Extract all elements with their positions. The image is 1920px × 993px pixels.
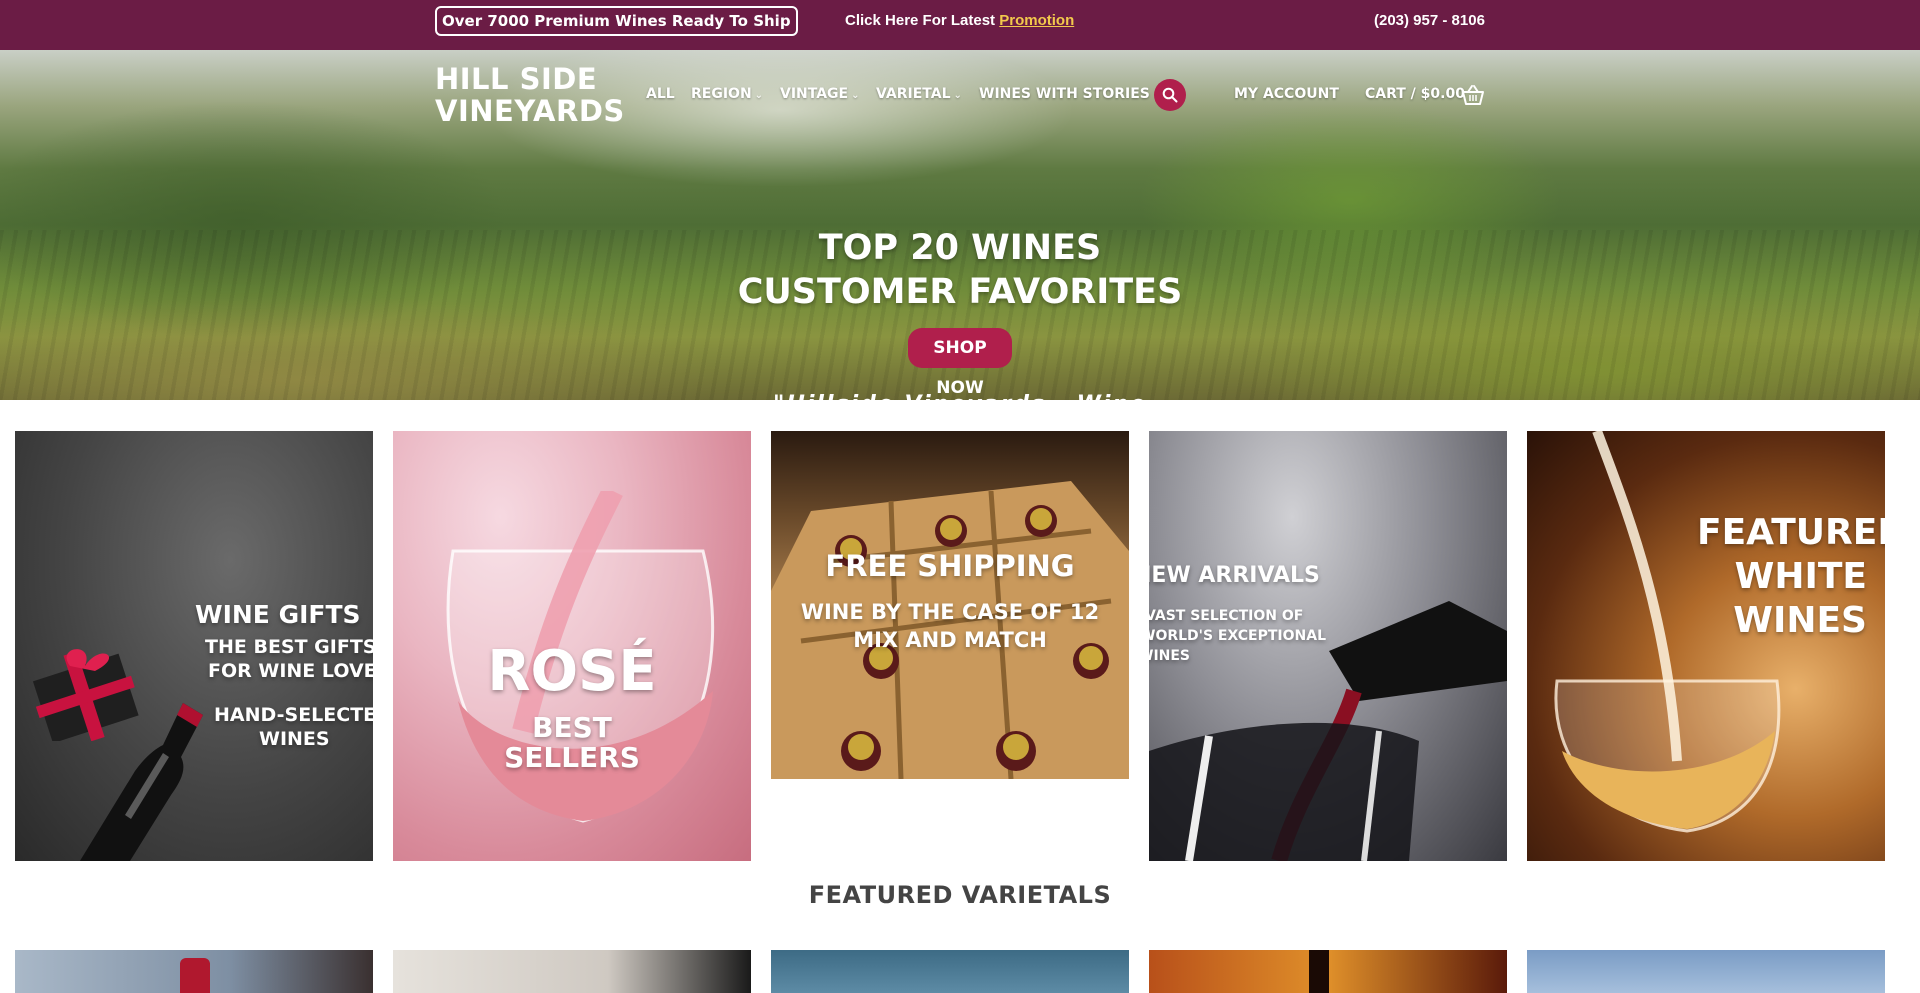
- tile-free-shipping[interactable]: FREE SHIPPING WINE BY THE CASE OF 12 MIX…: [771, 431, 1129, 779]
- varietal-tile[interactable]: [771, 950, 1129, 993]
- logo-line-2: VINEYARDS: [435, 94, 625, 128]
- tile-line: SELLERS: [504, 741, 640, 774]
- featured-varietals-heading: FEATURED VARIETALS: [808, 881, 1112, 909]
- promo-link[interactable]: Promotion: [999, 12, 1074, 29]
- tile-line: WINES: [1733, 600, 1867, 641]
- nav-item-all[interactable]: ALL: [646, 86, 675, 102]
- varietal-tile[interactable]: [15, 950, 373, 993]
- tile-line: WINE BY THE CASE OF 12: [800, 600, 1100, 624]
- promo-bar: Over 7000 Premium Wines Ready To Ship Cl…: [0, 0, 1920, 50]
- basket-icon[interactable]: [1461, 84, 1485, 106]
- bottle-top-icon: [180, 958, 210, 993]
- chevron-down-icon: ⌄: [851, 90, 860, 101]
- nav-item-label: VINTAGE: [780, 86, 849, 102]
- search-button[interactable]: [1154, 79, 1186, 111]
- shop-now-button[interactable]: SHOP NOW: [908, 328, 1012, 398]
- tile-new-arrivals[interactable]: NEW ARRIVALS VAST SELECTION OF WORLD'S E…: [1149, 431, 1507, 861]
- tile-line: WHITE: [1734, 556, 1867, 597]
- chevron-down-icon: ⌄: [953, 90, 962, 101]
- tile-line: MIX AND MATCH: [853, 628, 1047, 652]
- nav-item-region[interactable]: REGION ⌄: [691, 86, 763, 102]
- nav-item-label: ALL: [646, 86, 675, 102]
- varietal-tile[interactable]: [1527, 950, 1885, 993]
- promo-message: Click Here For Latest Promotion: [845, 12, 1074, 29]
- tile-featured-white-wines[interactable]: FEATURED WHITE WINES: [1527, 431, 1885, 861]
- tile-title: FEATURED: [1697, 512, 1885, 553]
- bottle-neck-icon: [1309, 950, 1329, 993]
- hero-tagline: "Hillside Vineyards - Wine Lovers Choice…: [735, 390, 1185, 400]
- nav-item-label: WINES WITH STORIES: [979, 86, 1150, 102]
- tile-wine-gifts[interactable]: WINE GIFTS THE BEST GIFTS FOR WINE LOVER…: [15, 431, 373, 861]
- tile-line: VAST SELECTION OF: [1149, 608, 1304, 624]
- chevron-down-icon: ⌄: [754, 90, 764, 101]
- tile-rose[interactable]: ROSÉ BEST SELLERS: [393, 431, 751, 861]
- phone-number[interactable]: (203) 957 - 8106: [1374, 12, 1485, 29]
- tile-title: WINE GIFTS: [195, 600, 361, 629]
- tile-title: ROSÉ: [487, 639, 657, 704]
- tile-line: HAND-SELECTED: [214, 704, 373, 726]
- wine-bottle-icon: [79, 703, 203, 861]
- nav-item-vintage[interactable]: VINTAGE ⌄: [780, 86, 860, 102]
- ships-badge: Over 7000 Premium Wines Ready To Ship: [435, 6, 798, 36]
- site-logo[interactable]: HILL SIDE VINEYARDS: [435, 63, 625, 127]
- white-wine-glass-icon: [1554, 431, 1781, 833]
- hero-title-line-2: CUSTOMER FAVORITES: [737, 272, 1183, 312]
- nav-item-label: REGION: [691, 86, 752, 102]
- tile-line: WINES: [259, 728, 330, 750]
- tile-line: WORLD'S EXCEPTIONAL: [1149, 628, 1326, 644]
- varietal-tile[interactable]: [1149, 950, 1507, 993]
- nav-item-wines-with-stories[interactable]: WINES WITH STORIES: [979, 86, 1150, 102]
- varietal-tile[interactable]: [393, 950, 751, 993]
- logo-line-1: HILL SIDE: [435, 62, 598, 96]
- my-account-link[interactable]: MY ACCOUNT: [1234, 86, 1339, 102]
- tile-line: FOR WINE LOVERS: [208, 660, 373, 682]
- nav-item-varietal[interactable]: VARIETAL ⌄: [876, 86, 962, 102]
- tile-line: WINES: [1149, 648, 1191, 664]
- nav-item-label: VARIETAL: [876, 86, 951, 102]
- hero-title-line-1: TOP 20 WINES: [818, 228, 1102, 268]
- tile-line: BEST: [532, 711, 612, 744]
- tile-title: FREE SHIPPING: [825, 549, 1075, 583]
- tile-title: NEW ARRIVALS: [1149, 563, 1320, 588]
- tile-line: THE BEST GIFTS: [205, 636, 373, 658]
- cart-link[interactable]: CART / $0.00: [1365, 86, 1465, 102]
- hero-tagline-text: "Hillside Vineyards - Wine Lovers Choice…: [735, 392, 1185, 400]
- search-icon: [1162, 87, 1178, 103]
- promo-prefix: Click Here For Latest: [845, 12, 996, 29]
